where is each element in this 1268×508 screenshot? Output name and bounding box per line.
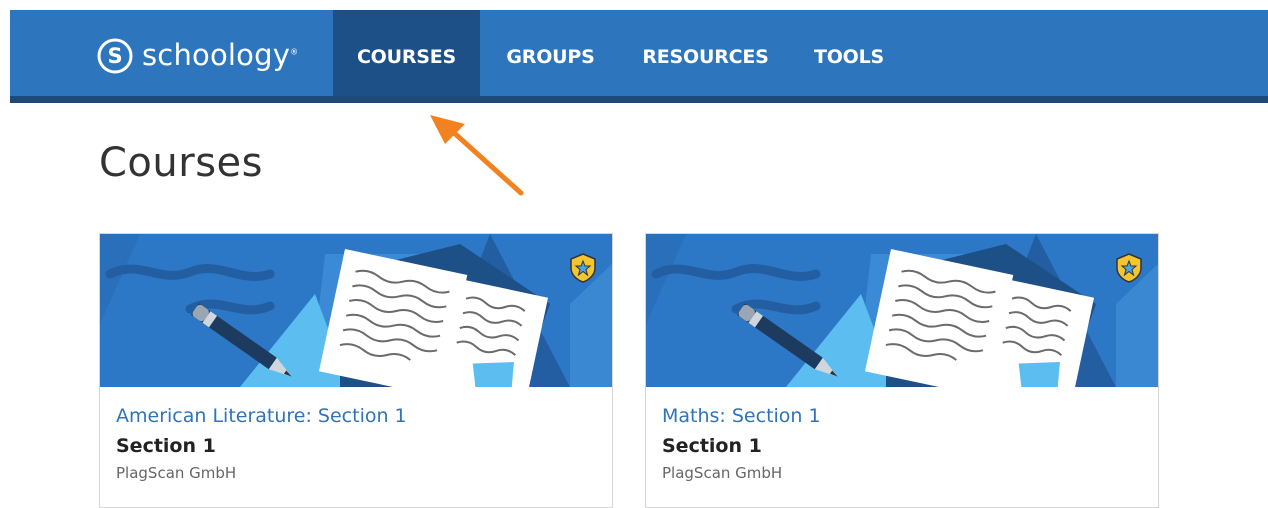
nav-bottom-border [10,96,1268,103]
course-section: Section 1 [662,435,762,457]
course-organization: PlagScan GmbH [662,464,783,482]
nav-courses[interactable]: COURSES [333,10,480,96]
course-organization: PlagScan GmbH [116,464,237,482]
star-badge-icon [1116,253,1142,283]
star-badge-icon [570,253,596,283]
schoology-s-icon: S [97,38,133,74]
course-title-link[interactable]: American Literature: Section 1 [116,405,407,427]
page-title: Courses [99,140,263,186]
course-card[interactable]: Maths: Section 1 Section 1 PlagScan GmbH [645,233,1159,508]
course-title-link[interactable]: Maths: Section 1 [662,405,821,427]
nav-groups[interactable]: GROUPS [488,10,613,96]
course-section: Section 1 [116,435,216,457]
nav-tools[interactable]: TOOLS [799,10,899,96]
course-banner-image [100,234,612,387]
top-navigation-bar: S schoology® COURSES GROUPS RESOURCES TO… [10,10,1268,96]
nav-resources[interactable]: RESOURCES [625,10,786,96]
course-banner-image [646,234,1158,387]
schoology-logo[interactable]: S schoology® [97,36,298,76]
logo-wordmark: schoology® [142,37,299,72]
course-card[interactable]: American Literature: Section 1 Section 1… [99,233,613,508]
svg-text:S: S [107,44,122,68]
